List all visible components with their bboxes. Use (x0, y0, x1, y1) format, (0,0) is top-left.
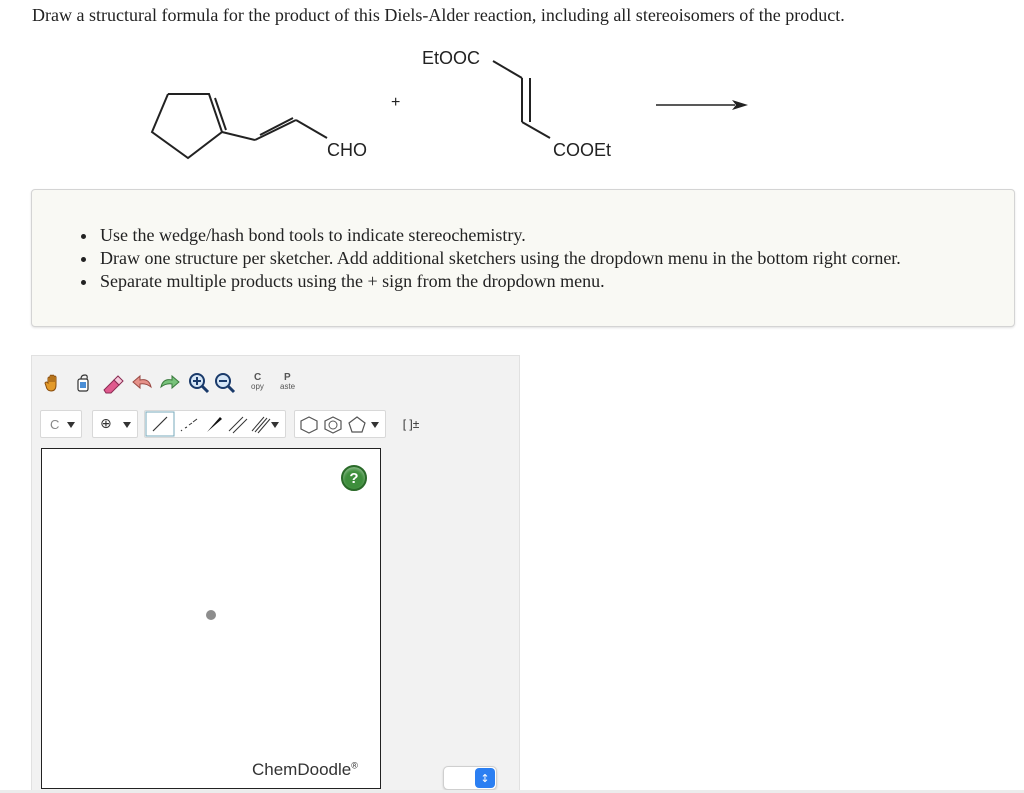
chemdoodle-sketcher: C opy P aste C ⊕ []± ? ChemDoodle® (31, 355, 520, 793)
eraser-icon[interactable] (100, 370, 126, 396)
registered-mark: ® (351, 760, 358, 771)
ring-tools-dropdown[interactable] (294, 410, 386, 438)
reaction-drawing (150, 60, 748, 160)
chevron-down-icon (123, 422, 131, 428)
atom-select-value: C (50, 416, 60, 432)
dienophile (492, 60, 551, 139)
reactant2-cooet-label: COOEt (553, 140, 612, 160)
instruction-item: Use the wedge/hash bond tools to indicat… (98, 224, 901, 247)
diene-chain (221, 117, 328, 141)
instruction-item: Draw one structure per sketcher. Add add… (98, 247, 901, 270)
help-button[interactable]: ? (341, 465, 367, 491)
hand-icon[interactable] (40, 370, 66, 396)
paste-label-bottom: aste (280, 382, 296, 391)
chemdoodle-brand: ChemDoodle (252, 760, 352, 779)
charge-icon: ⊕ (100, 416, 112, 432)
copy-label-bottom: opy (251, 382, 264, 391)
instructions-panel: Use the wedge/hash bond tools to indicat… (31, 189, 1015, 327)
benzene-icon (324, 416, 342, 434)
bond-tools-dropdown[interactable] (144, 410, 286, 438)
chemdoodle-logo: ChemDoodle® (252, 760, 358, 780)
bracket-label: [ ]± (402, 417, 420, 431)
chevron-down-icon (371, 422, 379, 428)
canvas-dot (206, 610, 216, 620)
reactant1-cho-label: CHO (327, 140, 367, 160)
instruction-item: Separate multiple products using the + s… (98, 270, 901, 293)
reaction-arrow (656, 100, 748, 110)
reaction-scheme: CHO + EtOOC COOEt (0, 40, 1024, 180)
drawing-canvas[interactable]: ? ChemDoodle® (41, 448, 381, 789)
zoom-in-icon[interactable] (186, 370, 212, 396)
charge-dropdown[interactable]: ⊕ (92, 410, 138, 438)
atom-select-dropdown[interactable]: C (40, 410, 82, 438)
cyclopentene-ring (150, 93, 227, 160)
bracket-charge-button[interactable]: [ ]± (396, 411, 426, 437)
sketcher-count-dropdown[interactable]: ↕ (443, 766, 497, 790)
chevron-down-icon (271, 422, 279, 428)
paste-button[interactable]: P aste (276, 370, 302, 396)
up-down-chevron-icon[interactable]: ↕ (475, 768, 495, 788)
question-text: Draw a structural formula for the produc… (32, 5, 845, 25)
instructions-list: Use the wedge/hash bond tools to indicat… (98, 224, 901, 293)
zoom-out-icon[interactable] (212, 370, 238, 396)
lasso-icon[interactable] (70, 370, 96, 396)
chevron-down-icon (67, 422, 75, 428)
redo-icon[interactable] (156, 370, 182, 396)
copy-button[interactable]: C opy (246, 370, 272, 396)
cyclohexane-icon (300, 416, 318, 434)
plus-sign: + (391, 94, 401, 111)
undo-icon[interactable] (130, 370, 156, 396)
reactant2-etooc-label: EtOOC (422, 48, 481, 68)
cyclopentane-icon (348, 416, 366, 433)
